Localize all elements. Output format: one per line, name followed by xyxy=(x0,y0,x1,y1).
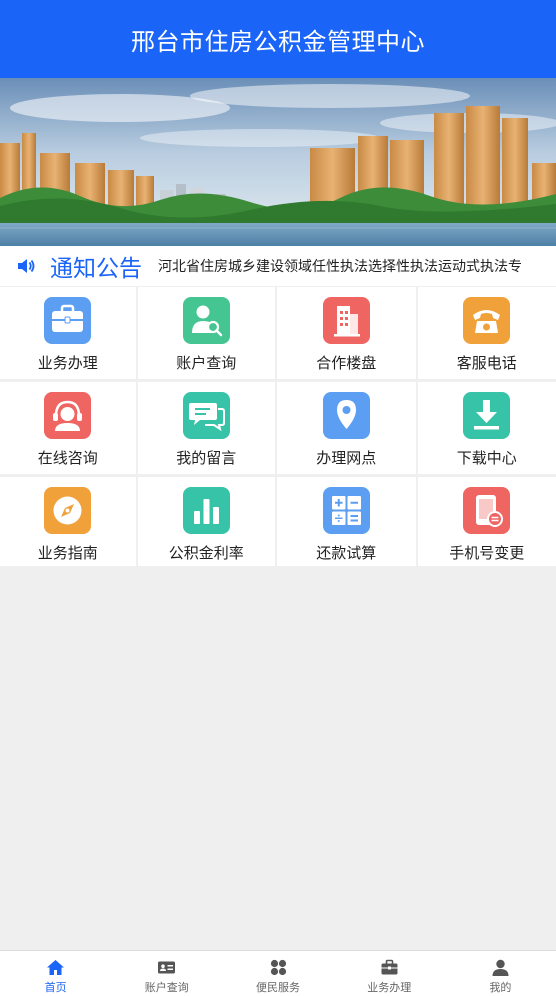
service-location-button[interactable]: 办理网点 xyxy=(277,382,416,474)
speaker-icon xyxy=(16,256,36,276)
briefcase-icon xyxy=(380,958,399,977)
tab-home[interactable]: 首页 xyxy=(0,951,111,996)
tab-id-card[interactable]: 账户查询 xyxy=(111,951,222,996)
service-compass-button[interactable]: 业务指南 xyxy=(0,477,136,566)
notice-title: 通知公告 xyxy=(50,249,142,283)
service-label: 下载中心 xyxy=(457,447,517,468)
service-label: 在线咨询 xyxy=(38,447,98,468)
service-headset-button[interactable]: 在线咨询 xyxy=(0,382,136,474)
service-label: 还款试算 xyxy=(316,542,376,563)
service-label: 手机号变更 xyxy=(449,542,524,563)
tab-briefcase[interactable]: 业务办理 xyxy=(334,951,445,996)
home-icon xyxy=(46,958,65,977)
service-label: 业务办理 xyxy=(38,352,98,373)
tab-apps[interactable]: 便民服务 xyxy=(222,951,333,996)
service-briefcase-button[interactable]: 业务办理 xyxy=(0,287,136,379)
service-label: 合作楼盘 xyxy=(316,352,376,373)
page-title: 邢台市住房公积金管理中心 xyxy=(131,22,425,57)
tab-label: 业务办理 xyxy=(367,979,411,995)
service-row: 业务办理 账户查询 合作楼盘 客服电话 xyxy=(0,287,556,379)
tab-label: 首页 xyxy=(45,979,67,995)
service-label: 公积金利率 xyxy=(169,542,244,563)
notice-bar[interactable]: 通知公告 河北省住房城乡建设领域任性执法选择性执法运动式执法专 xyxy=(0,246,556,286)
banner-image[interactable] xyxy=(0,78,556,246)
tab-person[interactable]: 我的 xyxy=(445,951,556,996)
service-download-button[interactable]: 下载中心 xyxy=(418,382,556,474)
service-grid: 业务办理 账户查询 合作楼盘 客服电话在线咨询 我的留言 办理网点 下载中心业务指南 公积金利… xyxy=(0,287,556,566)
calculator-icon xyxy=(323,487,370,534)
service-bar-chart-button[interactable]: 公积金利率 xyxy=(138,477,276,566)
compass-icon xyxy=(44,487,91,534)
bottom-tab-bar: 首页 账户查询 便民服务 业务办理 我的 xyxy=(0,950,556,996)
phone-icon xyxy=(463,297,510,344)
location-icon xyxy=(323,392,370,439)
bar-chart-icon xyxy=(183,487,230,534)
service-label: 办理网点 xyxy=(316,447,376,468)
service-chat-button[interactable]: 我的留言 xyxy=(138,382,276,474)
service-label: 业务指南 xyxy=(38,542,98,563)
notice-ticker-text[interactable]: 河北省住房城乡建设领域任性执法选择性执法运动式执法专 xyxy=(158,256,522,276)
service-label: 客服电话 xyxy=(457,352,517,373)
tab-label: 我的 xyxy=(489,979,511,995)
apps-icon xyxy=(269,958,288,977)
service-label: 我的留言 xyxy=(176,447,236,468)
service-mobile-button[interactable]: 手机号变更 xyxy=(418,477,556,566)
briefcase-icon xyxy=(44,297,91,344)
service-user-search-button[interactable]: 账户查询 xyxy=(138,287,276,379)
id-card-icon xyxy=(157,958,176,977)
chat-icon xyxy=(183,392,230,439)
user-search-icon xyxy=(183,297,230,344)
download-icon xyxy=(463,392,510,439)
mobile-icon xyxy=(463,487,510,534)
headset-icon xyxy=(44,392,91,439)
cityscape-banner-graphic xyxy=(0,78,556,246)
person-icon xyxy=(491,958,510,977)
tab-label: 便民服务 xyxy=(256,979,300,995)
service-calculator-button[interactable]: 还款试算 xyxy=(277,477,416,566)
building-icon xyxy=(323,297,370,344)
service-phone-button[interactable]: 客服电话 xyxy=(418,287,556,379)
service-row: 业务指南 公积金利率 还款试算 手机号变更 xyxy=(0,477,556,566)
service-row: 在线咨询 我的留言 办理网点 下载中心 xyxy=(0,382,556,474)
service-building-button[interactable]: 合作楼盘 xyxy=(277,287,416,379)
service-label: 账户查询 xyxy=(176,352,236,373)
app-header: 邢台市住房公积金管理中心 xyxy=(0,0,556,78)
tab-label: 账户查询 xyxy=(145,979,189,995)
